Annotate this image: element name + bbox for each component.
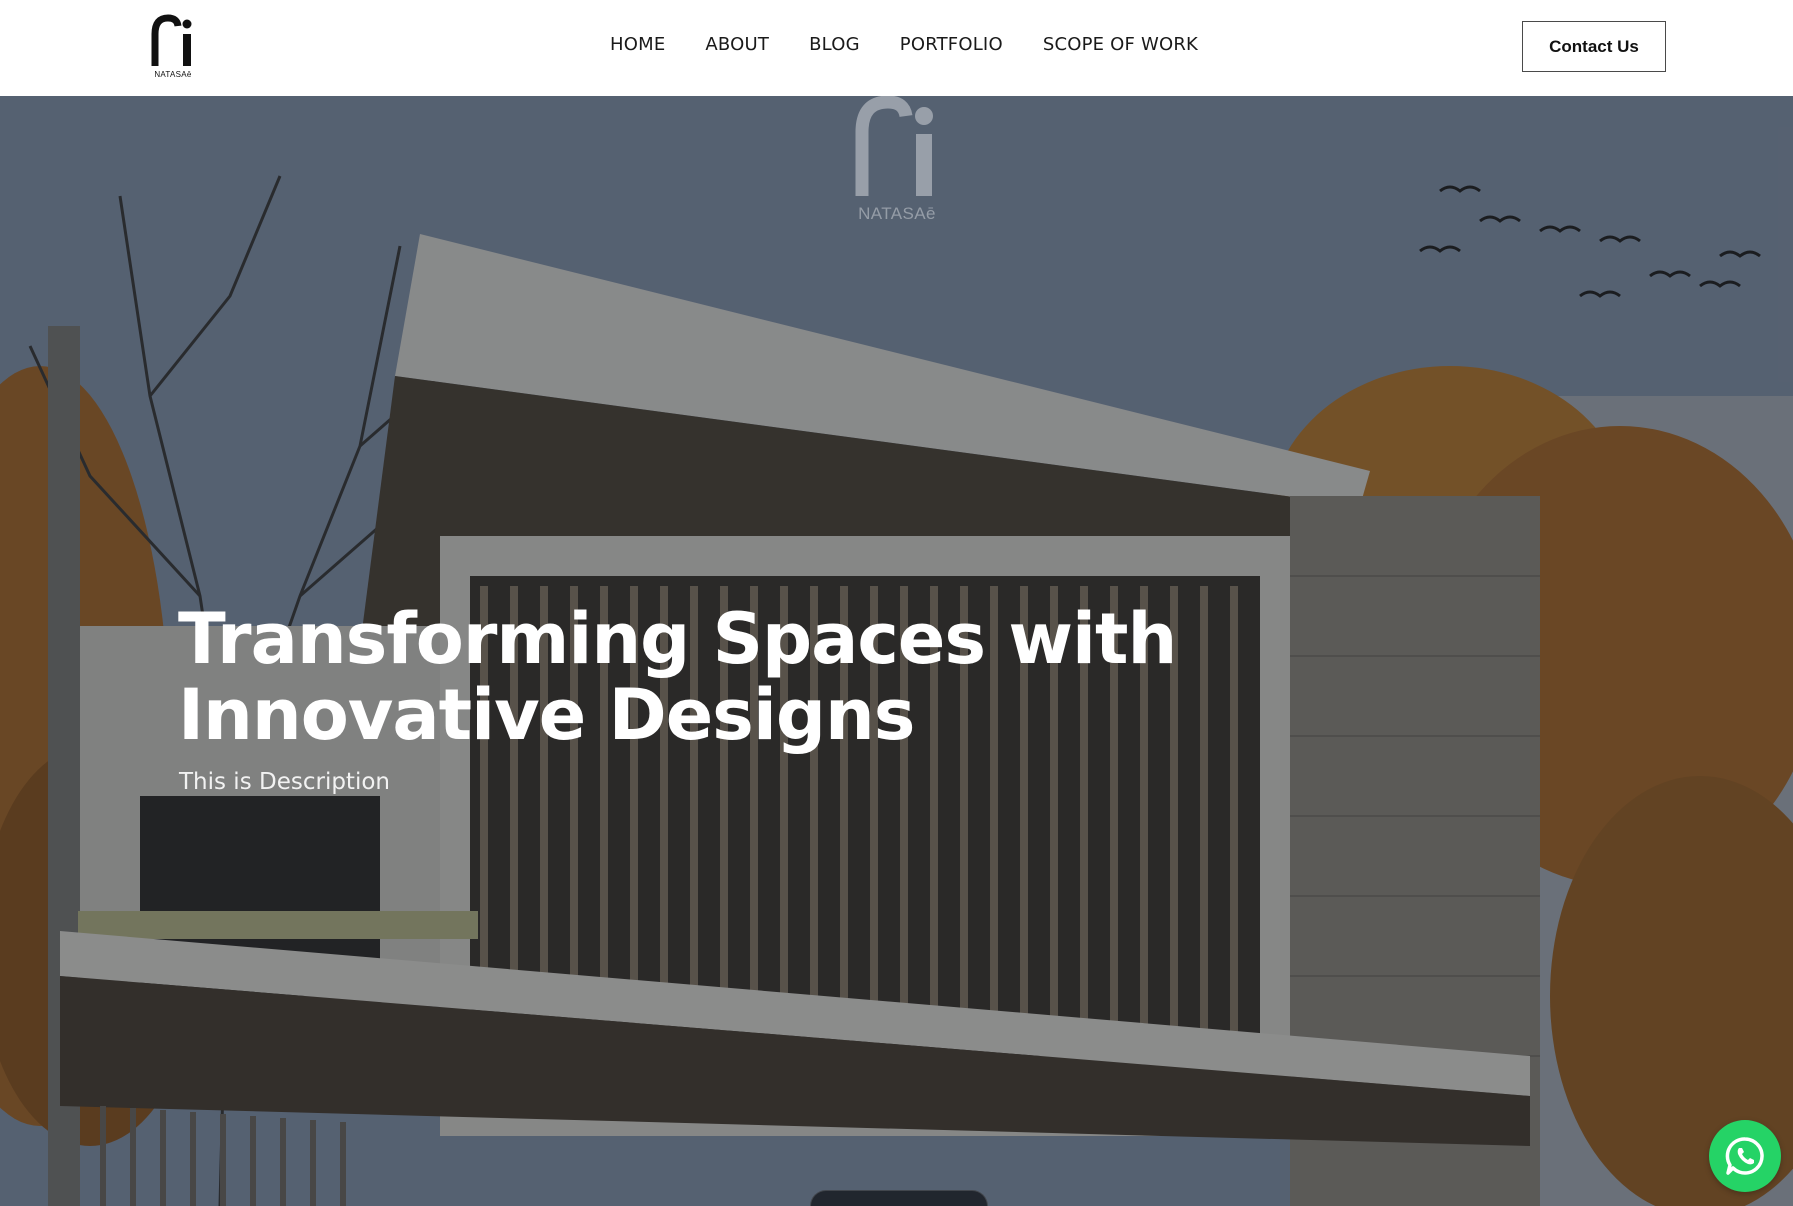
site-header: NATASAē HOME ABOUT BLOG PORTFOLIO SCOPE … [0,0,1793,96]
watermark-text: NATASAē [858,204,936,223]
hero-description: This is Description [179,769,390,795]
nav-scope-of-work[interactable]: SCOPE OF WORK [1043,34,1198,55]
hero-watermark-logo: NATASAē [852,96,942,226]
logo-mark-icon [151,14,192,66]
whatsapp-button[interactable] [1709,1120,1781,1192]
hero-title: Transforming Spaces with Innovative Desi… [178,598,1177,756]
contact-us-button[interactable]: Contact Us [1522,21,1666,72]
page: NATASAē HOME ABOUT BLOG PORTFOLIO SCOPE … [0,0,1793,1206]
main-nav: HOME ABOUT BLOG PORTFOLIO SCOPE OF WORK [610,34,1198,55]
logo-text: NATASAē [154,70,192,79]
nav-home[interactable]: HOME [610,34,665,55]
nav-portfolio[interactable]: PORTFOLIO [900,34,1003,55]
hero-section: NATASAē Transforming Spaces with Innovat… [0,96,1793,1206]
whatsapp-icon [1725,1137,1764,1175]
bottom-toolbar[interactable] [810,1190,988,1206]
nav-blog[interactable]: BLOG [809,34,860,55]
nav-about[interactable]: ABOUT [705,34,769,55]
brand-logo[interactable]: NATASAē [150,12,196,82]
watermark-logo-icon [855,96,933,196]
